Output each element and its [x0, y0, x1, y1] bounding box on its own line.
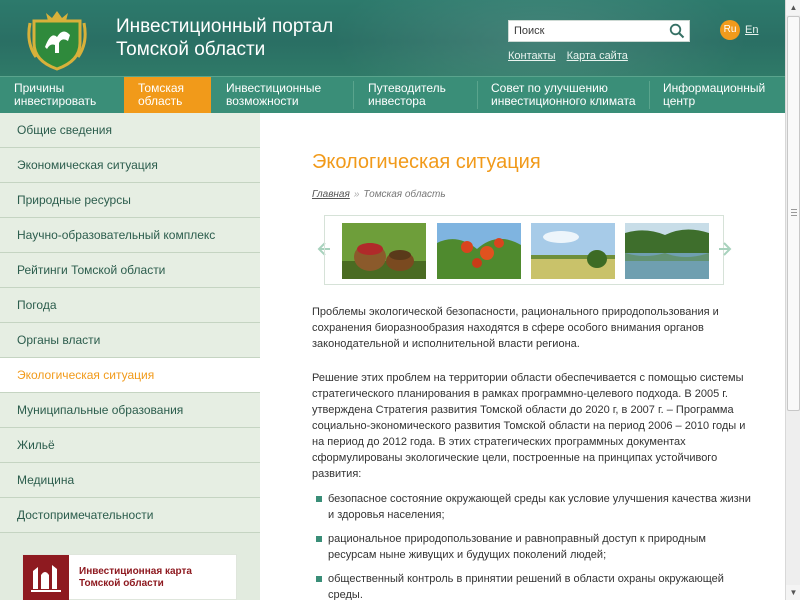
coat-of-arms-icon[interactable]: [26, 7, 88, 71]
nav-label: инвестировать: [14, 94, 97, 108]
sidebar-item-ecology[interactable]: Экологическая ситуация: [0, 358, 260, 393]
scroll-down-icon[interactable]: ▼: [786, 585, 800, 600]
principles-list: безопасное состояние окружающей среды ка…: [316, 491, 756, 600]
list-item: общественный контроль в принятии решений…: [316, 571, 756, 600]
nav-item-reasons[interactable]: Причины инвестировать: [0, 77, 123, 113]
grip-line: [791, 215, 797, 216]
nav-item-investor-guide[interactable]: Путеводитель инвестора: [354, 77, 476, 113]
sidebar-item-medicine[interactable]: Медицина: [0, 463, 260, 498]
banner-title: Инвестиционная карта Томской области: [79, 566, 192, 590]
sidebar-item-municipalities[interactable]: Муниципальные образования: [0, 393, 260, 428]
sidebar: Общие сведения Экономическая ситуация Пр…: [0, 113, 260, 600]
page-scrollbar[interactable]: ▲ ▼: [785, 0, 800, 600]
list-item: рациональное природопользование и равноп…: [316, 531, 756, 563]
nav-item-tomsk-region[interactable]: Томская область: [124, 77, 211, 113]
breadcrumb-separator: »: [353, 189, 360, 200]
top-links: Контакты Карта сайта: [508, 50, 636, 62]
list-item: безопасное состояние окружающей среды ка…: [316, 491, 756, 523]
grip-line: [791, 209, 797, 210]
scrollbar-thumb[interactable]: [787, 16, 800, 411]
main-content: Экологическая ситуация Главная» Томская о…: [260, 113, 785, 600]
nav-label: инвестора: [368, 94, 426, 108]
banner-line: Инвестиционная карта: [79, 566, 192, 577]
photo-gallery: [324, 215, 724, 285]
main-nav: Причины инвестировать Томская область Ин…: [0, 76, 785, 113]
breadcrumb-home-link[interactable]: Главная: [312, 189, 350, 200]
scroll-up-icon[interactable]: ▲: [786, 0, 800, 15]
nav-item-investment-opportunities[interactable]: Инвестиционные возможности: [212, 77, 352, 113]
site-title-line2: Томской области: [116, 39, 266, 60]
nav-label: центр: [663, 94, 696, 108]
nav-label: область: [138, 94, 183, 108]
lang-ru-button[interactable]: Ru: [720, 20, 740, 40]
sidebar-item-weather[interactable]: Погода: [0, 288, 260, 323]
sidebar-item-housing[interactable]: Жильё: [0, 428, 260, 463]
photo-field-thumbnail[interactable]: [531, 223, 615, 279]
sidebar-item-authorities[interactable]: Органы власти: [0, 323, 260, 358]
search-box: [508, 20, 690, 42]
lang-en-link[interactable]: En: [745, 24, 758, 36]
sidebar-item-economy[interactable]: Экономическая ситуация: [0, 148, 260, 183]
contacts-link[interactable]: Контакты: [508, 50, 556, 62]
site-title-line1: Инвестиционный портал: [116, 16, 334, 37]
nav-item-info-center[interactable]: Информационный центр: [650, 77, 785, 113]
photo-rowan-thumbnail[interactable]: [437, 223, 521, 279]
photo-berries-thumbnail[interactable]: [342, 223, 426, 279]
investment-map-logo-icon: [23, 555, 69, 600]
nav-item-investment-council[interactable]: Совет по улучшению инвестиционного клима…: [478, 77, 648, 113]
banner-line: Томской области: [79, 578, 164, 589]
site-header: Инвестиционный портал Томской области Ко…: [0, 0, 785, 76]
grip-line: [791, 212, 797, 213]
content-paragraph-1: Проблемы экологической безопасности, рац…: [312, 306, 719, 350]
content-paragraph-2: Решение этих проблем на территории облас…: [312, 372, 746, 480]
photo-lake-thumbnail[interactable]: [625, 223, 709, 279]
breadcrumb: Главная» Томская область: [312, 189, 446, 200]
site-title[interactable]: Инвестиционный портал Томской области: [116, 15, 333, 61]
investment-map-banner[interactable]: Инвестиционная карта Томской области: [22, 554, 237, 600]
sitemap-link[interactable]: Карта сайта: [567, 50, 628, 62]
nav-label: возможности: [226, 94, 299, 108]
sidebar-item-sights[interactable]: Достопримечательности: [0, 498, 260, 533]
search-icon[interactable]: [669, 23, 685, 39]
breadcrumb-current: Томская область: [363, 189, 446, 200]
nav-label: инвестиционного климата: [491, 94, 636, 108]
sidebar-item-resources[interactable]: Природные ресурсы: [0, 183, 260, 218]
sidebar-item-general[interactable]: Общие сведения: [0, 113, 260, 148]
sidebar-item-ratings[interactable]: Рейтинги Томской области: [0, 253, 260, 288]
search-input[interactable]: [509, 21, 659, 41]
gallery-next-icon[interactable]: [717, 240, 735, 258]
sidebar-item-science[interactable]: Научно-образовательный комплекс: [0, 218, 260, 253]
page-title: Экологическая ситуация: [312, 151, 541, 173]
